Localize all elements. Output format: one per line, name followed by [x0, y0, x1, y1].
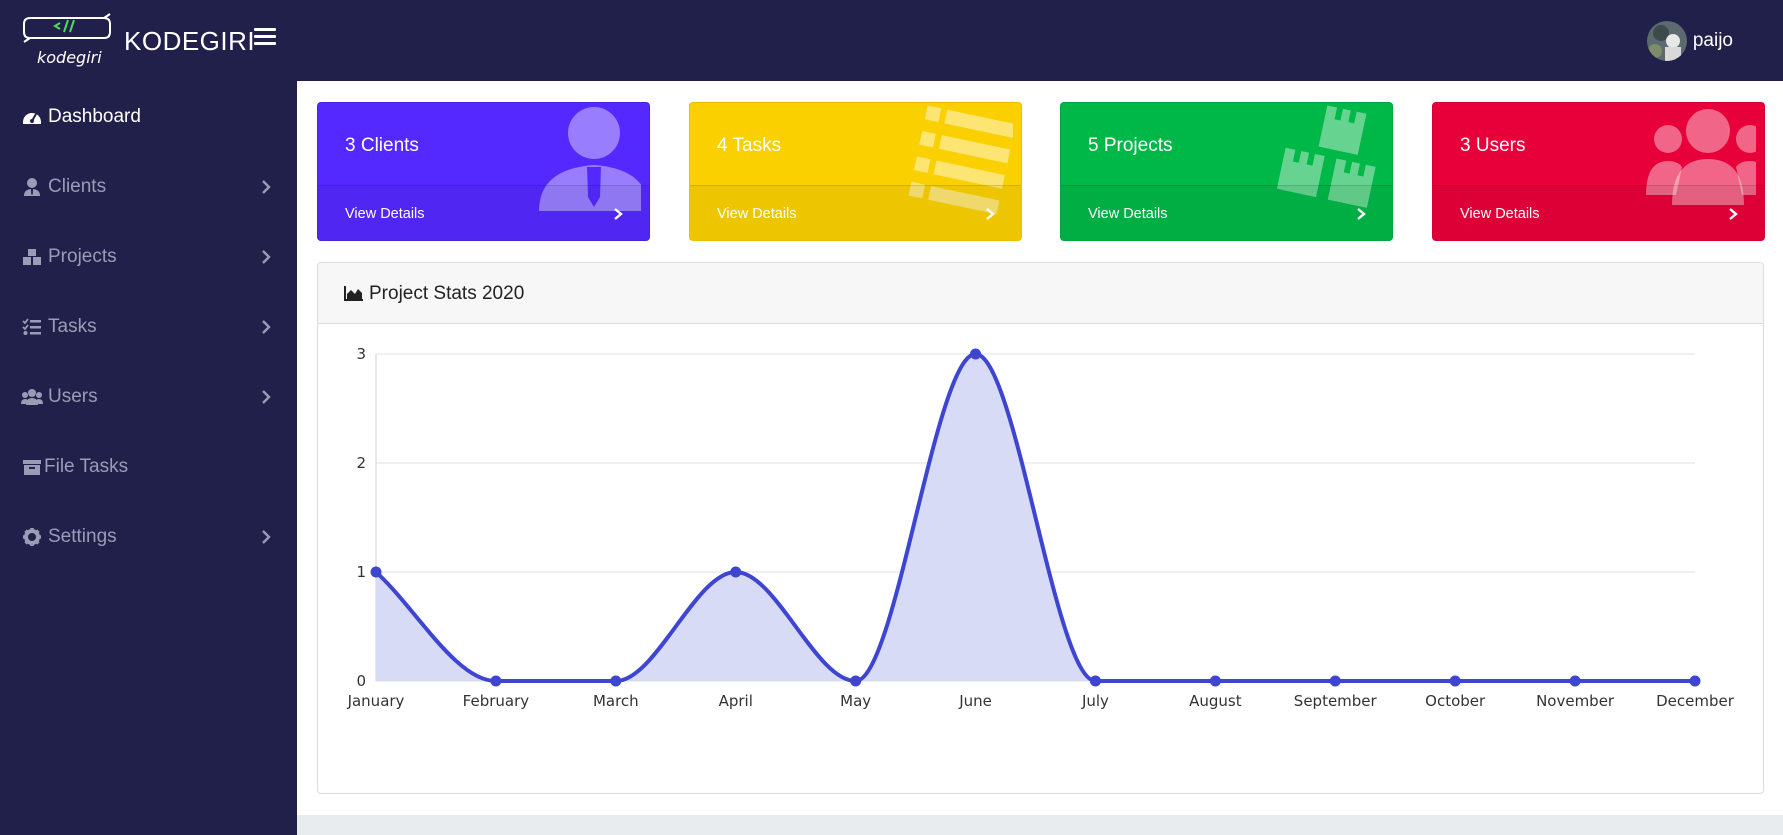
user-tie-icon — [20, 175, 44, 199]
chevron-right-icon — [258, 319, 274, 335]
x-tick-label: August — [1189, 692, 1242, 710]
y-tick-label: 0 — [356, 672, 366, 690]
data-point — [1449, 675, 1461, 687]
users-icon — [20, 385, 44, 409]
project-stats-chart: 0 1 2 3 January February March April May June July… — [347, 345, 1735, 710]
data-point — [610, 675, 622, 687]
sidebar-item-label: Settings — [48, 526, 117, 547]
tachometer-icon — [20, 105, 44, 129]
tasks-count: 4 Tasks — [717, 135, 782, 156]
x-tick-label: November — [1536, 692, 1615, 710]
chevron-right-icon — [1357, 208, 1366, 220]
users-count: 3 Users — [1460, 135, 1526, 156]
projects-summary-card: 5 Projects View Details — [1060, 102, 1393, 241]
view-details-label: View Details — [1088, 206, 1168, 222]
y-tick-label: 3 — [356, 345, 366, 363]
sidebar-item-users[interactable]: Users — [0, 372, 297, 422]
view-details-label: View Details — [1460, 206, 1540, 222]
chevron-right-icon — [258, 249, 274, 265]
sidebar: Dashboard Clients Projects Tasks Users F… — [0, 81, 297, 835]
cubes-icon — [20, 245, 44, 269]
clients-summary-card: 3 Clients View Details — [317, 102, 650, 241]
x-tick-label: September — [1294, 692, 1378, 710]
archive-icon — [20, 455, 44, 479]
user-name: paijo — [1692, 30, 1733, 51]
project-stats-panel: Project Stats 2020 0 1 2 3 January February Ma… — [317, 262, 1764, 794]
x-tick-label: April — [719, 692, 753, 710]
x-tick-label: May — [840, 692, 871, 710]
avatar — [1646, 21, 1687, 61]
data-point — [850, 675, 862, 687]
data-point — [1689, 675, 1701, 687]
y-tick-label: 2 — [356, 454, 366, 472]
y-tick-label: 1 — [356, 563, 366, 581]
data-point — [1329, 675, 1341, 687]
projects-view-details-link[interactable]: View Details — [1061, 185, 1392, 240]
sidebar-item-file-tasks[interactable]: File Tasks — [0, 442, 297, 492]
x-tick-label: December — [1656, 692, 1735, 710]
projects-count: 5 Projects — [1088, 135, 1173, 156]
sidebar-item-settings[interactable]: Settings — [0, 512, 297, 562]
sidebar-item-label: Dashboard — [48, 106, 141, 127]
chevron-right-icon — [258, 529, 274, 545]
sidebar-item-clients[interactable]: Clients — [0, 162, 297, 212]
users-summary-card: 3 Users View Details — [1432, 102, 1765, 241]
logo-text: kodegiri — [37, 48, 102, 67]
kodegiri-logo[interactable]: kodegiri — [20, 10, 114, 72]
view-details-label: View Details — [717, 206, 797, 222]
sidebar-item-tasks[interactable]: Tasks — [0, 302, 297, 352]
sidebar-item-label: Clients — [48, 176, 107, 197]
chevron-right-icon — [258, 179, 274, 195]
tasks-icon — [20, 315, 44, 339]
panel-header: Project Stats 2020 — [318, 263, 1763, 324]
sidebar-item-label: Projects — [48, 246, 117, 267]
x-tick-label: January — [347, 692, 405, 710]
data-point — [1209, 675, 1221, 687]
footer-strip — [297, 815, 1783, 835]
x-tick-label: July — [1081, 692, 1109, 710]
data-point — [1569, 675, 1581, 687]
sidebar-item-label: File Tasks — [44, 456, 129, 477]
data-point — [970, 348, 982, 360]
chevron-right-icon — [986, 208, 995, 220]
tasks-view-details-link[interactable]: View Details — [690, 185, 1021, 240]
chevron-right-icon — [258, 389, 274, 405]
cog-icon — [20, 525, 44, 549]
data-point — [1089, 675, 1101, 687]
data-point — [370, 566, 382, 578]
view-details-label: View Details — [345, 206, 425, 222]
panel-title: Project Stats 2020 — [369, 283, 525, 304]
users-view-details-link[interactable]: View Details — [1433, 185, 1764, 240]
area-chart-icon — [344, 286, 363, 301]
sidebar-toggle-button[interactable] — [254, 28, 276, 46]
x-tick-label: October — [1425, 692, 1486, 710]
chevron-right-icon — [1729, 208, 1738, 220]
x-tick-label: February — [463, 692, 530, 710]
data-point — [730, 566, 742, 578]
sidebar-item-dashboard[interactable]: Dashboard — [0, 92, 297, 142]
data-point — [490, 675, 502, 687]
x-tick-label: March — [593, 692, 639, 710]
clients-view-details-link[interactable]: View Details — [318, 185, 649, 240]
sidebar-item-label: Tasks — [48, 316, 97, 337]
x-tick-label: June — [958, 692, 992, 710]
sidebar-item-label: Users — [48, 386, 98, 407]
chevron-right-icon — [614, 208, 623, 220]
tasks-summary-card: 4 Tasks View Details — [689, 102, 1022, 241]
user-menu[interactable]: paijo — [1646, 21, 1733, 61]
hamburger-icon — [254, 28, 276, 31]
sidebar-item-projects[interactable]: Projects — [0, 232, 297, 282]
brand-name[interactable]: KODEGIRI — [124, 26, 255, 57]
top-navbar: kodegiri KODEGIRI paijo — [0, 0, 1783, 81]
clients-count: 3 Clients — [345, 135, 419, 156]
